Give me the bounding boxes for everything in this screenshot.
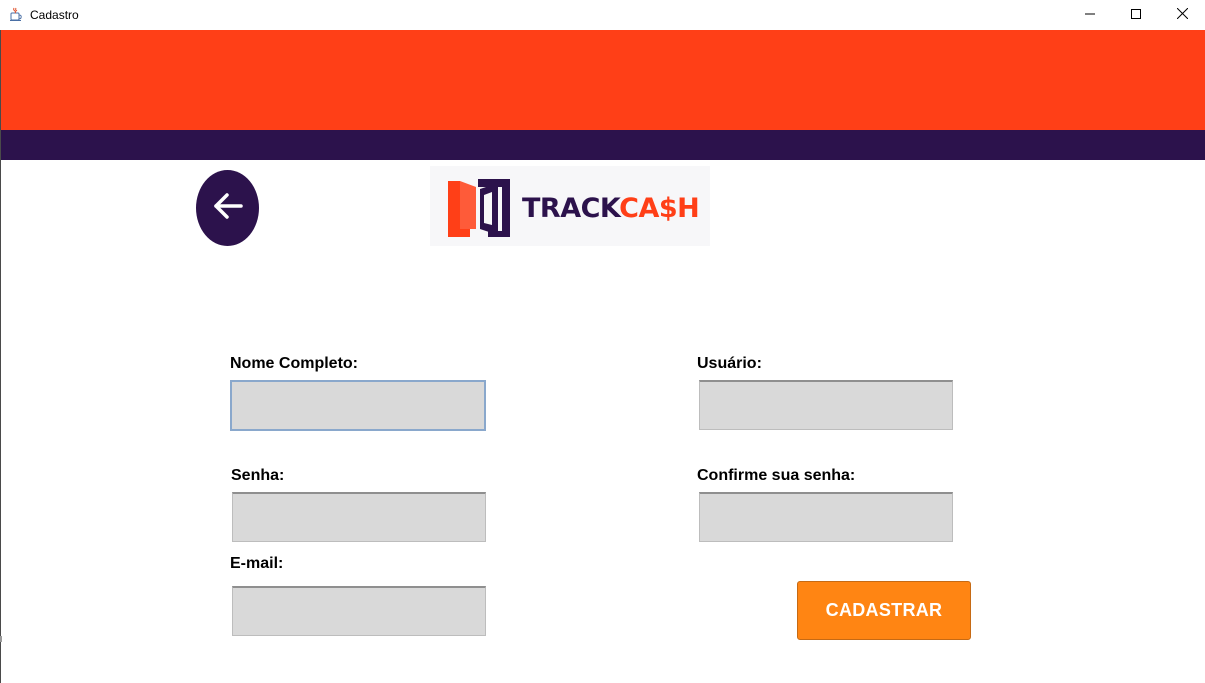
email-label: E-mail: xyxy=(230,555,284,572)
close-button[interactable] xyxy=(1159,0,1205,30)
java-cup-icon xyxy=(9,7,23,22)
minimize-button[interactable] xyxy=(1067,0,1113,30)
username-field[interactable] xyxy=(699,380,953,430)
logo-door-icon xyxy=(448,177,514,244)
email-field[interactable] xyxy=(232,586,486,636)
logo-text: TRACKCA$H xyxy=(522,193,700,224)
full-name-label: Nome Completo: xyxy=(230,355,358,372)
cadastrar-button[interactable]: CADASTRAR xyxy=(797,581,971,640)
username-label: Usuário: xyxy=(697,355,762,372)
maximize-button[interactable] xyxy=(1113,0,1159,30)
window-edge-mark xyxy=(0,636,2,642)
confirm-password-label: Confirme sua senha: xyxy=(697,467,856,484)
header-purple-band xyxy=(1,130,1205,160)
window-title: Cadastro xyxy=(30,8,79,22)
back-button[interactable] xyxy=(196,170,259,246)
logo-text-track: TRACK xyxy=(522,193,620,224)
logo-text-cash: CA$H xyxy=(619,193,700,224)
password-field[interactable] xyxy=(232,492,486,542)
minimize-icon xyxy=(1085,6,1095,24)
confirm-password-field[interactable] xyxy=(699,492,953,542)
password-label: Senha: xyxy=(231,467,285,484)
full-name-field[interactable] xyxy=(230,380,486,431)
close-icon xyxy=(1176,6,1188,24)
arrow-left-icon xyxy=(211,189,245,228)
window-titlebar: Cadastro xyxy=(0,0,1205,30)
maximize-icon xyxy=(1131,6,1141,24)
trackcash-logo: TRACKCA$H xyxy=(430,166,710,246)
header-orange-band xyxy=(1,30,1205,130)
